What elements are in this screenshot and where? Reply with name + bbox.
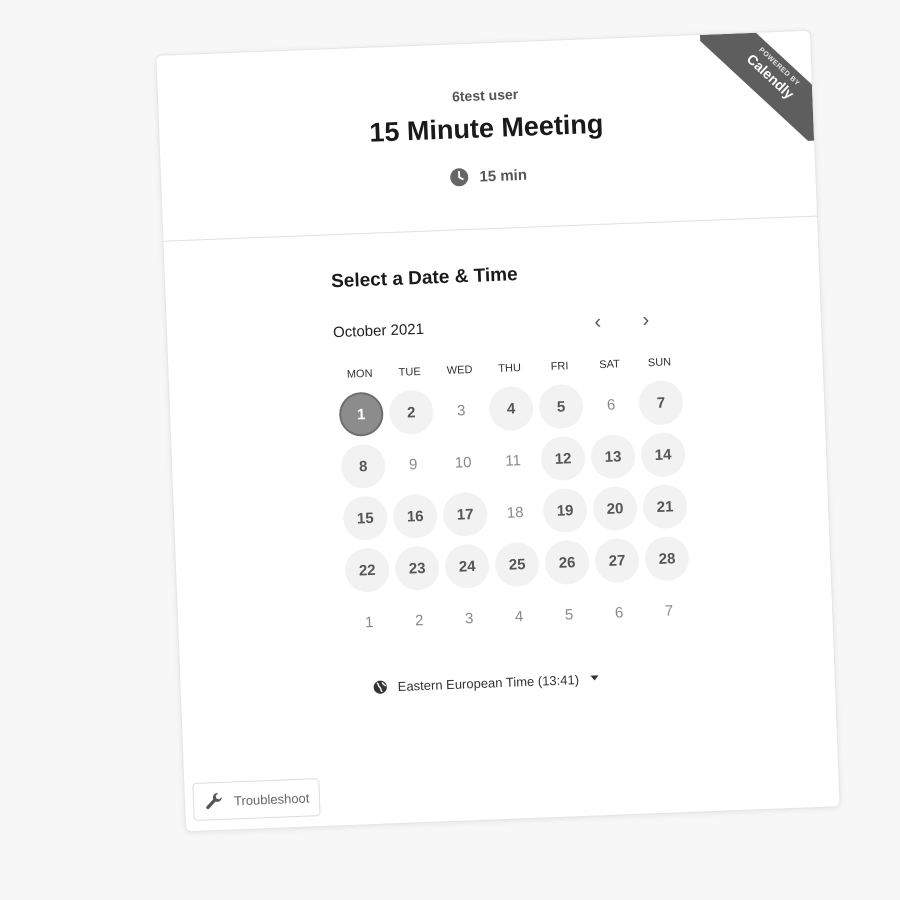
calendar-day-available[interactable]: 13 [590,433,636,480]
weekday-header: SUN [647,356,672,370]
page: POWERED BY Calendly 6test user 15 Minute… [0,0,900,900]
calendar-day-available[interactable]: 20 [592,485,638,532]
booking-card: POWERED BY Calendly 6test user 15 Minute… [155,29,841,833]
calendar-day-available[interactable]: 5 [538,383,584,430]
ribbon-band[interactable]: POWERED BY Calendly [699,30,815,145]
calendar-day-unavailable: 1 [364,613,374,631]
calendar-day-available[interactable]: 19 [542,487,588,534]
caret-down-icon [590,675,600,681]
calendar-day-unavailable: 11 [505,451,522,470]
calendar-day-unavailable: 6 [614,603,624,622]
wrench-icon [204,791,225,812]
event-duration: 15 min [449,165,527,188]
scheduler-body: Select a Date & Time October 2021 ‹ › MO… [163,217,834,703]
calendar-day-unavailable: 2 [414,611,424,629]
troubleshoot-button[interactable]: Troubleshoot [192,778,322,821]
month-navigation: October 2021 ‹ › [332,309,663,342]
calendar-day-available[interactable]: 16 [392,493,439,540]
powered-by-ribbon[interactable]: POWERED BY Calendly [699,30,815,145]
chevron-right-icon[interactable]: › [637,309,656,331]
calendar-day-unavailable: 6 [606,395,616,414]
weekday-header: FRI [550,360,569,373]
weekday-header: WED [446,363,473,377]
calendar-day-available[interactable]: 28 [644,535,690,582]
calendar-day-unavailable: 5 [564,605,574,624]
month-nav-buttons: ‹ › [589,309,656,333]
calendar-day-available[interactable]: 12 [540,435,586,482]
calendar-day-available[interactable]: 4 [488,385,534,432]
globe-icon [372,679,388,695]
calendar-day-available[interactable]: 8 [340,443,387,490]
calendar-day-available[interactable]: 25 [494,541,540,588]
calendar-day-unavailable: 3 [464,609,474,627]
calendar-day-unavailable: 10 [454,453,472,472]
timezone-selector[interactable]: Eastern European Time (13:41) [372,662,834,695]
calendar-day-available[interactable]: 15 [342,495,389,541]
calendar-day-available[interactable]: 2 [388,389,435,436]
chevron-left-icon[interactable]: ‹ [589,310,608,332]
calendar-day-unavailable: 7 [664,601,674,620]
weekday-header: THU [498,362,522,375]
timezone-label: Eastern European Time (13:41) [397,672,580,695]
duration-label: 15 min [479,166,528,186]
calendar-day-available[interactable]: 14 [640,431,686,478]
section-title: Select a Date & Time [330,264,518,293]
calendar-day-selected[interactable]: 1 [338,391,385,438]
month-label: October 2021 [332,320,425,341]
calendar-day-available[interactable]: 22 [344,547,391,593]
calendar-day-available[interactable]: 26 [544,539,590,586]
weekday-header: TUE [398,365,421,379]
weekday-header: MON [346,367,373,381]
clock-icon [449,167,470,188]
calendar-day-unavailable: 4 [514,607,524,625]
calendar-day-unavailable: 18 [506,503,524,522]
calendar-day-available[interactable]: 27 [594,537,640,584]
calendar-grid: MON TUE WED THU FRI SAT SUN 1 2 3 4 5 6 7 8 9 10 11 12 13 14… [334,352,694,645]
calendar-day-available[interactable]: 7 [638,379,684,426]
weekday-header: SAT [599,358,621,372]
calendar-day-available[interactable]: 17 [442,491,489,538]
troubleshoot-label: Troubleshoot [233,790,310,808]
calendar-day-available[interactable]: 24 [444,543,490,590]
calendar-day-available[interactable]: 21 [642,483,688,530]
calendar-day-unavailable: 9 [408,455,418,473]
calendar-day-available[interactable]: 23 [394,545,441,592]
calendar-day-unavailable: 3 [456,401,466,420]
